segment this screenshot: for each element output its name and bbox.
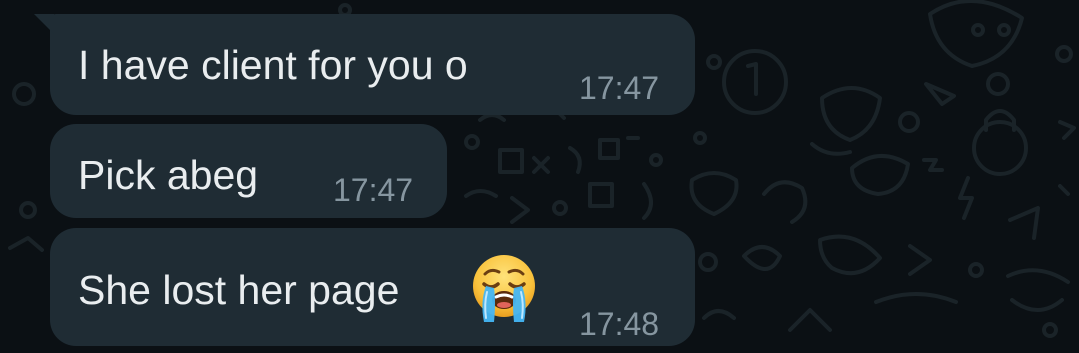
message-text: She lost her page [78,267,400,313]
message-timestamp: 17:47 [579,70,660,106]
chat-message-list: I have client for you o 17:47 Pick abeg … [0,0,1079,353]
loudly-crying-face-icon [468,252,540,324]
message-text: Pick abeg [78,152,259,198]
message-timestamp: 17:47 [333,172,414,208]
message-text: I have client for you o [78,42,468,88]
message-bubble[interactable]: Pick abeg 17:47 [50,124,447,218]
message-timestamp: 17:48 [579,306,660,342]
message-bubble[interactable]: She lost her page 17:48 [50,228,695,346]
message-bubble[interactable]: I have client for you o 17:47 [34,14,695,115]
